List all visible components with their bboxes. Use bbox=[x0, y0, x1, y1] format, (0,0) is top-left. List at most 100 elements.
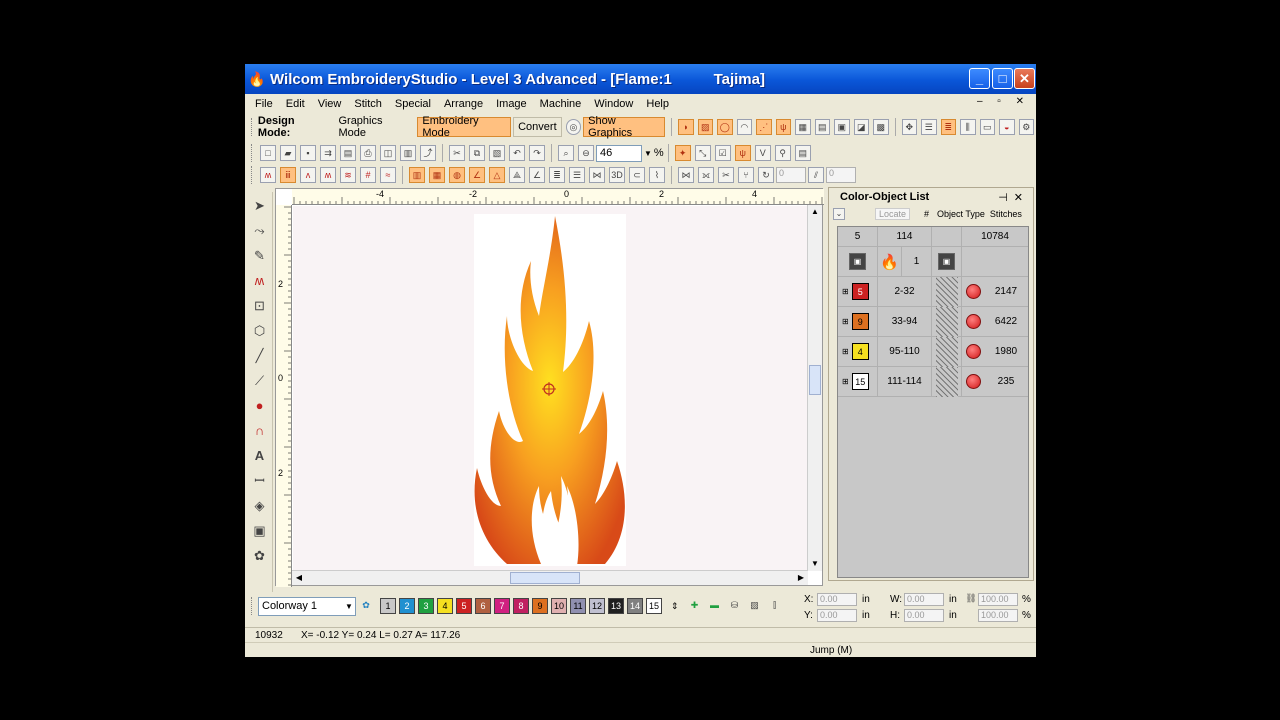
color-chip[interactable]: 5 bbox=[456, 598, 472, 614]
colorway-select[interactable]: Colorway 1 ▼ bbox=[258, 596, 356, 616]
grid-icon[interactable]: ▦ bbox=[795, 119, 811, 135]
scale-y-input[interactable]: 100.00 bbox=[978, 609, 1018, 622]
expand-icon[interactable]: ⊞ bbox=[842, 347, 849, 356]
export-icon[interactable]: ⇉ bbox=[320, 145, 336, 161]
add-color-icon[interactable]: ✚ bbox=[687, 598, 703, 614]
machine-icon[interactable]: ⚙ bbox=[1018, 119, 1034, 135]
width-input[interactable]: 0.00 bbox=[904, 593, 944, 606]
flex-icon[interactable]: ⋈ bbox=[589, 167, 605, 183]
select-arrow-icon[interactable]: ➤ bbox=[250, 195, 269, 214]
menu-arrange[interactable]: Arrange bbox=[444, 98, 483, 110]
step-icon[interactable]: ≋ bbox=[340, 167, 356, 183]
horizontal-scroll-thumb[interactable] bbox=[510, 572, 580, 584]
design-row[interactable]: ▣ 🔥 1 ▣ bbox=[838, 247, 1028, 277]
ribbon-icon[interactable]: ⊂ bbox=[629, 167, 645, 183]
color-swatch[interactable]: 5 bbox=[851, 283, 869, 300]
scroll-left-icon[interactable]: ◀ bbox=[292, 571, 306, 585]
color-row[interactable]: ⊞ 9 33-94 6422 bbox=[838, 306, 1028, 337]
checkbox-icon[interactable]: ☑ bbox=[714, 145, 731, 161]
cross-icon[interactable]: # bbox=[360, 167, 376, 183]
chevron-down-icon[interactable]: ▼ bbox=[343, 598, 355, 615]
color-chip[interactable]: 9 bbox=[532, 598, 548, 614]
star-icon[interactable]: ⟁ bbox=[509, 167, 525, 183]
close-button[interactable]: ✕ bbox=[1014, 68, 1035, 89]
slant-icon[interactable]: ⫽ bbox=[808, 167, 824, 183]
chip-scroll-icon[interactable]: ⇕ bbox=[671, 601, 679, 612]
copy-icon[interactable]: ⧉ bbox=[469, 145, 485, 161]
edit-color-icon[interactable]: ▨ bbox=[747, 598, 763, 614]
toolbar-grip[interactable] bbox=[251, 144, 254, 162]
color-chip[interactable]: 12 bbox=[589, 598, 605, 614]
menu-edit[interactable]: Edit bbox=[286, 98, 305, 110]
circle-icon[interactable]: ● bbox=[250, 395, 269, 414]
menu-machine[interactable]: Machine bbox=[540, 98, 582, 110]
chevron-down-icon[interactable]: ▼ bbox=[644, 149, 652, 158]
maximize-button[interactable]: □ bbox=[992, 68, 1013, 89]
menu-stitch[interactable]: Stitch bbox=[354, 98, 382, 110]
lettering-icon[interactable]: A bbox=[250, 445, 269, 464]
run-stitch-icon[interactable]: ʍ bbox=[320, 167, 336, 183]
mirror-icon[interactable]: ⋈ bbox=[678, 167, 694, 183]
y-input[interactable]: 0.00 bbox=[817, 609, 857, 622]
expand-icon[interactable]: ⊞ bbox=[842, 377, 849, 386]
scroll-down-icon[interactable]: ▼ bbox=[809, 557, 821, 571]
toolbar-grip[interactable] bbox=[251, 118, 254, 136]
convert-button[interactable]: Convert bbox=[513, 117, 562, 137]
slant-input[interactable]: 0 bbox=[826, 167, 856, 183]
knife-icon[interactable]: ✎ bbox=[250, 245, 269, 264]
show-stitches-icon[interactable]: ✦ bbox=[674, 145, 691, 161]
triangle-icon[interactable]: △ bbox=[489, 167, 505, 183]
color-swatch[interactable]: 15 bbox=[851, 373, 869, 390]
thread-chart-icon[interactable]: ⛁ bbox=[727, 598, 743, 614]
3d-icon[interactable]: 3D bbox=[609, 167, 625, 183]
print-icon[interactable]: ⎙ bbox=[360, 145, 376, 161]
send-icon[interactable]: ⤴ bbox=[420, 145, 436, 161]
list-icon[interactable]: ☰ bbox=[921, 119, 937, 135]
scroll-up-icon[interactable]: ▲ bbox=[809, 205, 821, 219]
minimize-button[interactable]: _ bbox=[969, 68, 990, 89]
color-chip[interactable]: 3 bbox=[418, 598, 434, 614]
color-chip[interactable]: 8 bbox=[513, 598, 529, 614]
cap-icon[interactable]: ◒ bbox=[999, 119, 1015, 135]
color-chip[interactable]: 14 bbox=[627, 598, 643, 614]
redo-icon[interactable]: ↷ bbox=[529, 145, 545, 161]
radial-fill-icon[interactable]: ◍ bbox=[449, 167, 465, 183]
zigzag-icon[interactable]: ʌ bbox=[300, 167, 316, 183]
menu-window[interactable]: Window bbox=[594, 98, 633, 110]
open-folder-icon[interactable]: ▰ bbox=[280, 145, 296, 161]
color-chip[interactable]: 4 bbox=[437, 598, 453, 614]
fill-icon[interactable]: ◪ bbox=[853, 119, 870, 135]
open-outline-icon[interactable]: ◠ bbox=[736, 119, 753, 135]
node-edit-icon[interactable]: ⋰ bbox=[756, 119, 772, 135]
layers-icon[interactable]: ▤ bbox=[794, 145, 811, 161]
embroidery-mode-button[interactable]: Embroidery Mode bbox=[417, 115, 512, 139]
lines-icon[interactable]: ☰ bbox=[569, 167, 585, 183]
tools-icon[interactable]: ✥ bbox=[901, 119, 917, 135]
curl-icon[interactable]: ⌇ bbox=[649, 167, 665, 183]
color-palette-icon[interactable]: ✿ bbox=[358, 598, 374, 614]
menu-special[interactable]: Special bbox=[395, 98, 431, 110]
horizontal-scrollbar[interactable]: ◀ ▶ bbox=[292, 570, 808, 585]
reshape-icon[interactable]: ⤳ bbox=[250, 220, 269, 239]
contour-icon[interactable]: ≣ bbox=[549, 167, 565, 183]
menu-image[interactable]: Image bbox=[496, 98, 527, 110]
satin-icon[interactable]: ʍ bbox=[260, 167, 276, 183]
scroll-right-icon[interactable]: ▶ bbox=[794, 571, 808, 585]
cut-icon[interactable]: ✂ bbox=[449, 145, 465, 161]
summary-row[interactable]: 5 114 10784 bbox=[838, 227, 1028, 247]
remove-color-icon[interactable]: ▬ bbox=[707, 598, 723, 614]
rotate-icon[interactable]: ↻ bbox=[758, 167, 774, 183]
diamond-icon[interactable]: ◈ bbox=[250, 495, 269, 514]
show-objects-icon[interactable]: ⤡ bbox=[694, 145, 711, 161]
color-row[interactable]: ⊞ 4 95-110 1980 bbox=[838, 336, 1028, 367]
vertical-scroll-thumb[interactable] bbox=[809, 365, 821, 395]
paste-icon[interactable]: ▧ bbox=[489, 145, 505, 161]
branch-icon[interactable]: ⑂ bbox=[738, 167, 754, 183]
thread-icon[interactable]: ⫼ bbox=[960, 119, 976, 135]
color-swatch[interactable]: 9 bbox=[851, 313, 869, 330]
toolbar-grip[interactable] bbox=[251, 597, 254, 615]
color-chip[interactable]: 15 bbox=[646, 598, 662, 614]
flame-design[interactable] bbox=[293, 206, 808, 570]
frame-icon[interactable]: ▣ bbox=[250, 520, 269, 539]
stitch-out-icon[interactable]: ▥ bbox=[400, 145, 416, 161]
